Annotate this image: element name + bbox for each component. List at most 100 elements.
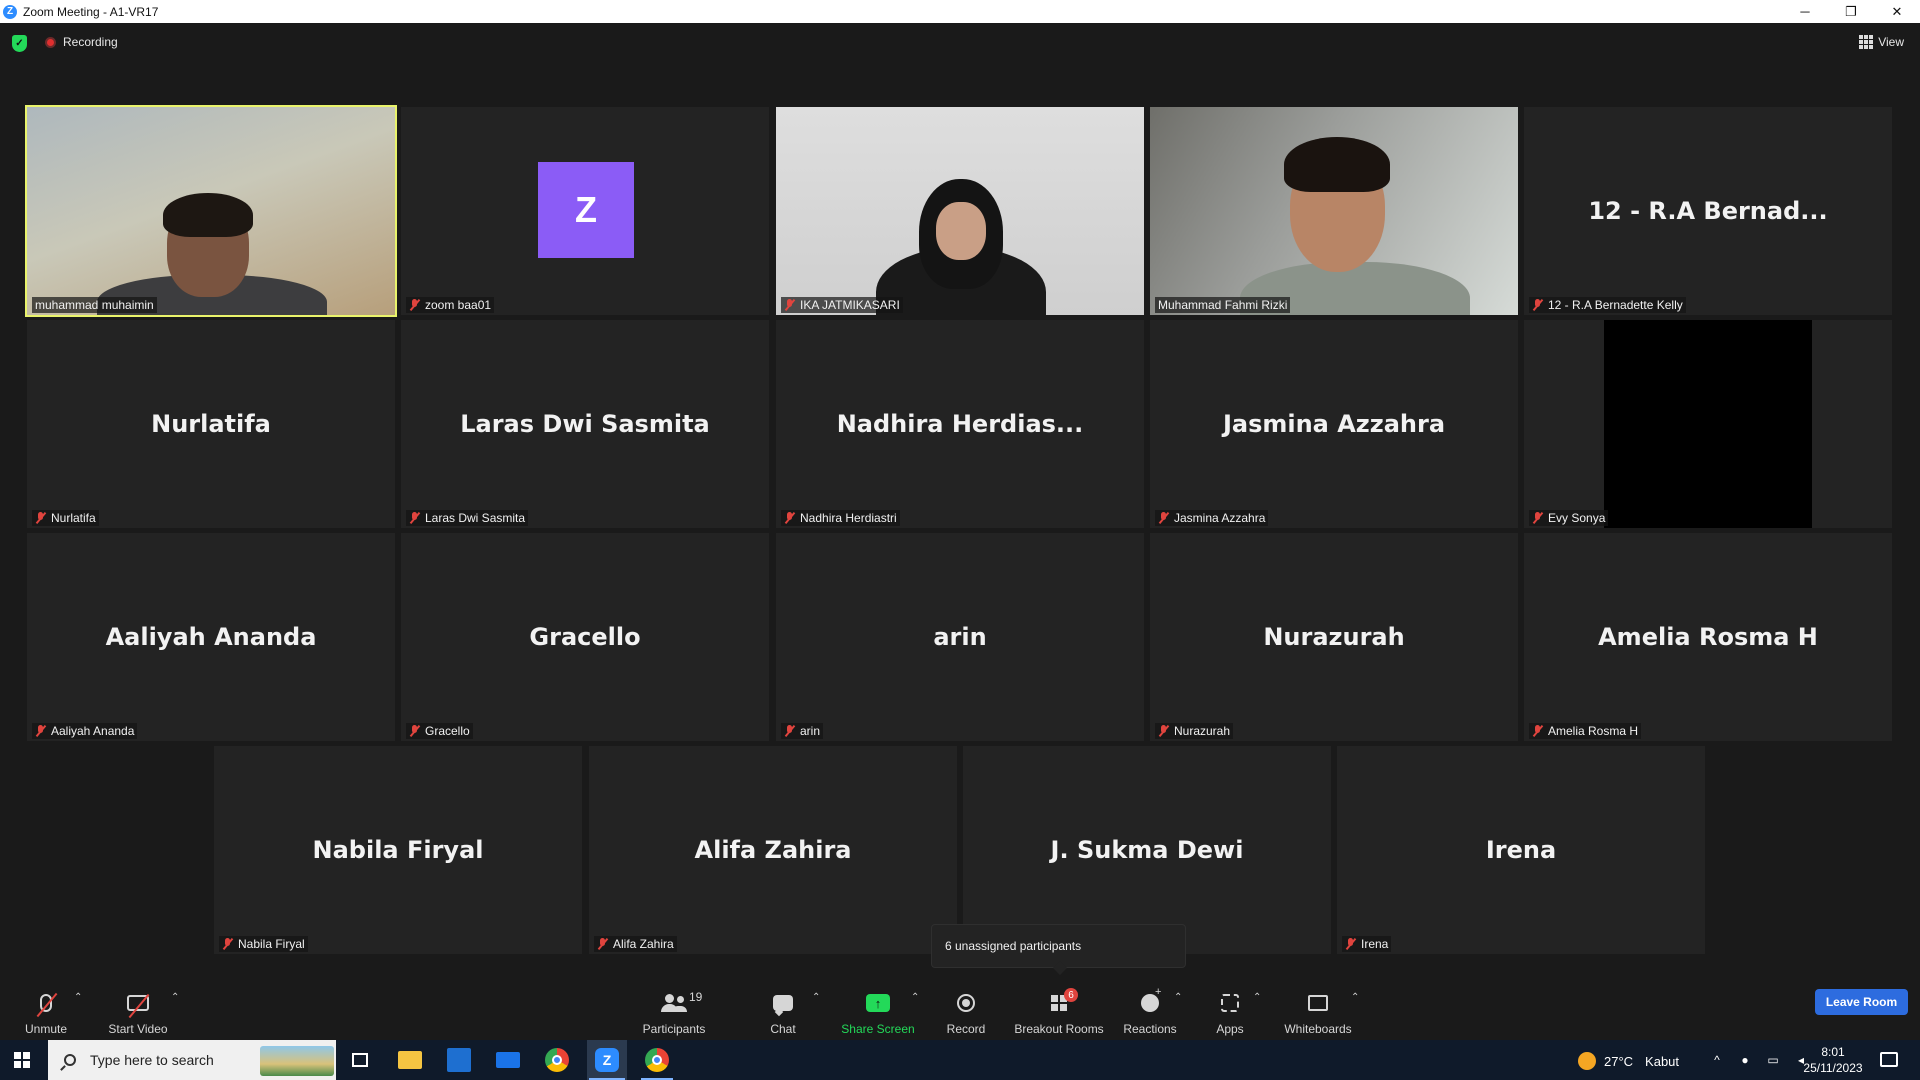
tray-show-hidden-icon[interactable]: ^: [1710, 1053, 1724, 1067]
share-options-caret[interactable]: ⌃: [911, 992, 919, 1003]
participants-button[interactable]: 19 Participants: [636, 980, 712, 1040]
participant-name: Nurazurah: [1174, 724, 1231, 738]
video-options-caret[interactable]: ⌃: [171, 992, 179, 1003]
participant-tile[interactable]: Irena Irena: [1337, 746, 1705, 954]
participant-name: Laras Dwi Sasmita: [425, 511, 526, 525]
notification-center-icon[interactable]: [1880, 1052, 1898, 1067]
share-screen-button[interactable]: ↑ Share Screen: [838, 980, 918, 1040]
whiteboards-button[interactable]: Whiteboards: [1280, 980, 1356, 1040]
participants-count: 19: [689, 990, 703, 1004]
search-icon: [64, 1054, 76, 1066]
participant-name: Amelia Rosma H: [1548, 724, 1639, 738]
participant-display-name: Jasmina Azzahra: [1222, 410, 1446, 438]
apps-options-caret[interactable]: ⌃: [1253, 992, 1261, 1003]
participant-name: 12 - R.A Bernadette Kelly: [1548, 298, 1683, 312]
participant-name-label: Jasmina Azzahra: [1155, 510, 1269, 526]
reactions-emoji-icon: [1141, 986, 1161, 1012]
muted-microphone-icon: [1532, 725, 1543, 737]
participant-tile[interactable]: arin arin: [776, 533, 1144, 741]
record-label: Record: [946, 1022, 986, 1036]
muted-microphone-icon: [1532, 299, 1543, 311]
file-explorer-icon[interactable]: [398, 1051, 422, 1069]
tray-network-icon[interactable]: ▭: [1766, 1053, 1780, 1067]
apps-button[interactable]: Apps: [1210, 980, 1250, 1040]
chat-button[interactable]: Chat: [762, 980, 804, 1040]
muted-microphone-icon: [1345, 938, 1356, 950]
tray-microphone-icon[interactable]: ●: [1738, 1053, 1752, 1067]
participant-name-label: Gracello: [406, 723, 473, 739]
microphone-muted-icon: [40, 994, 52, 1012]
participant-tile[interactable]: Muhammad Fahmi Rizki: [1150, 107, 1518, 315]
unmute-label: Unmute: [24, 1022, 68, 1036]
muted-microphone-icon: [35, 512, 46, 524]
reactions-button[interactable]: Reactions: [1120, 980, 1180, 1040]
view-button[interactable]: View: [1859, 35, 1904, 49]
participant-tile[interactable]: Nurazurah Nurazurah: [1150, 533, 1518, 741]
participant-tile[interactable]: Laras Dwi Sasmita Laras Dwi Sasmita: [401, 320, 769, 528]
participant-tile[interactable]: Evy Sonya: [1524, 320, 1892, 528]
participant-tile[interactable]: Jasmina Azzahra Jasmina Azzahra: [1150, 320, 1518, 528]
apps-label: Apps: [1216, 1022, 1244, 1036]
chrome-profile-icon[interactable]: [645, 1048, 669, 1072]
close-button[interactable]: ✕: [1874, 0, 1920, 23]
start-video-button[interactable]: Start Video: [102, 980, 174, 1040]
chat-options-caret[interactable]: ⌃: [812, 992, 820, 1003]
search-highlight-image: [260, 1046, 334, 1076]
participant-tile[interactable]: IKA JATMIKASARI: [776, 107, 1144, 315]
participant-tile[interactable]: 12 - R.A Bernad... 12 - R.A Bernadette Ke…: [1524, 107, 1892, 315]
microsoft-store-icon[interactable]: [447, 1048, 471, 1072]
minimize-button[interactable]: ─: [1782, 0, 1828, 23]
participant-display-name: Nurazurah: [1263, 623, 1405, 651]
participant-tile[interactable]: Alifa Zahira Alifa Zahira: [589, 746, 957, 954]
participant-name-label: Evy Sonya: [1529, 510, 1609, 526]
leave-room-button[interactable]: Leave Room: [1815, 989, 1908, 1015]
participant-name: Gracello: [425, 724, 470, 738]
restore-button[interactable]: ❐: [1828, 0, 1874, 23]
record-button[interactable]: Record: [942, 980, 990, 1040]
participant-name: IKA JATMIKASARI: [800, 298, 900, 312]
participant-tile[interactable]: Gracello Gracello: [401, 533, 769, 741]
unmute-button[interactable]: Unmute: [16, 980, 76, 1040]
participant-name-label: Aaliyah Ananda: [32, 723, 138, 739]
participant-tile[interactable]: Zzoom baa01: [401, 107, 769, 315]
windows-start-icon[interactable]: [14, 1052, 30, 1068]
security-shield-icon[interactable]: ✓: [12, 35, 27, 52]
participant-tile[interactable]: muhammad muhaimin: [25, 105, 397, 317]
weather-widget[interactable]: 27°C Kabut: [1578, 1052, 1679, 1070]
breakout-rooms-button[interactable]: 6 Breakout Rooms: [1012, 980, 1106, 1040]
participant-name-label: Amelia Rosma H: [1529, 723, 1642, 739]
participant-display-name: 12 - R.A Bernad...: [1588, 197, 1828, 225]
zoom-logo-icon: Z: [3, 4, 17, 19]
chrome-icon[interactable]: [545, 1048, 569, 1072]
zoom-app-icon[interactable]: Z: [595, 1048, 619, 1072]
participant-tile[interactable]: Nurlatifa Nurlatifa: [27, 320, 395, 528]
system-tray: ^ ● ▭ ◂: [1710, 1053, 1808, 1067]
mail-icon[interactable]: [496, 1052, 520, 1068]
reactions-options-caret[interactable]: ⌃: [1174, 992, 1182, 1003]
participant-tile[interactable]: Aaliyah Ananda Aaliyah Ananda: [27, 533, 395, 741]
muted-microphone-icon: [222, 938, 233, 950]
participant-display-name: Nabila Firyal: [312, 836, 484, 864]
share-screen-icon: ↑: [866, 994, 890, 1012]
breakout-badge: 6: [1064, 988, 1078, 1002]
recording-indicator[interactable]: Recording: [45, 35, 118, 49]
participant-display-name: Irena: [1485, 836, 1557, 864]
audio-options-caret[interactable]: ⌃: [74, 992, 82, 1003]
task-view-icon[interactable]: [352, 1053, 368, 1067]
participant-tile[interactable]: Amelia Rosma H Amelia Rosma H: [1524, 533, 1892, 741]
participant-display-name: J. Sukma Dewi: [1050, 836, 1244, 864]
taskbar-clock[interactable]: 8:01 25/11/2023: [1795, 1044, 1871, 1076]
participant-tile[interactable]: J. Sukma Dewi: [963, 746, 1331, 954]
participants-icon: 19: [661, 990, 702, 1012]
participant-tile[interactable]: Nadhira Herdias... Nadhira Herdiastri: [776, 320, 1144, 528]
taskbar-search-box[interactable]: Type here to search: [48, 1040, 336, 1080]
muted-microphone-icon: [409, 299, 420, 311]
muted-microphone-icon: [1532, 512, 1543, 524]
clock-time: 8:01: [1821, 1045, 1845, 1059]
whiteboards-options-caret[interactable]: ⌃: [1351, 992, 1359, 1003]
muted-microphone-icon: [35, 725, 46, 737]
participant-tile[interactable]: Nabila Firyal Nabila Firyal: [214, 746, 582, 954]
participant-name-label: 12 - R.A Bernadette Kelly: [1529, 297, 1686, 313]
participant-display-name: Nadhira Herdias...: [836, 410, 1084, 438]
participant-name: Aaliyah Ananda: [51, 724, 135, 738]
